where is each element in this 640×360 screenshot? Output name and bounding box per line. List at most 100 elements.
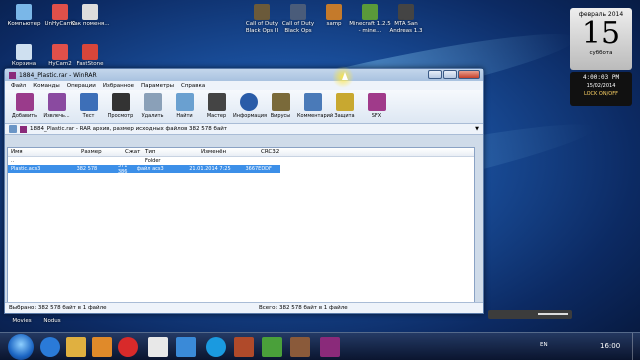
status-total: Всего: 382 578 байт в 1 файле bbox=[259, 305, 348, 311]
view-label: Просмотр bbox=[107, 113, 134, 119]
desktop-icon-mta[interactable]: MTA San Andreas 1.3 bbox=[384, 4, 428, 34]
taskbar-ie-icon[interactable] bbox=[40, 337, 60, 357]
comment-icon bbox=[303, 93, 322, 111]
taskbar-chat-icon[interactable] bbox=[176, 337, 196, 357]
window-controls bbox=[428, 70, 480, 79]
desktop-icon-label: FastStone bbox=[76, 61, 104, 67]
taskbar-yandex-icon[interactable] bbox=[148, 337, 168, 357]
virus-scan-button[interactable]: Вирусы bbox=[265, 93, 296, 123]
up-folder-icon[interactable] bbox=[9, 125, 17, 133]
mta-icon bbox=[398, 4, 414, 20]
shield-icon bbox=[335, 93, 354, 111]
desktop-icon-label: Call of Duty Black Ops II bbox=[245, 21, 279, 34]
wizard-label: Мастер bbox=[206, 113, 227, 119]
show-desktop-button[interactable] bbox=[632, 333, 640, 360]
window-titlebar[interactable]: 1884_Plastic.rar - WinRAR bbox=[5, 69, 483, 81]
chevron-down-icon[interactable]: ▼ bbox=[475, 126, 479, 132]
snake-icon bbox=[271, 93, 290, 111]
taskbar-game-icon[interactable] bbox=[234, 337, 254, 357]
books-add-icon bbox=[15, 93, 34, 111]
taskbar-app2-icon[interactable] bbox=[290, 337, 310, 357]
path-bar: 1884_Plastic.rar - RAR архив, размер исх… bbox=[5, 124, 483, 135]
archive-path: 1884_Plastic.rar - RAR архив, размер исх… bbox=[30, 126, 228, 132]
mouse-cursor-icon bbox=[342, 72, 348, 80]
clock-time: 4:00:03 PM bbox=[582, 74, 620, 81]
document-icon bbox=[82, 4, 98, 20]
tray-clock[interactable]: 16:00 bbox=[600, 342, 620, 350]
column-modified[interactable]: Изменён bbox=[198, 149, 258, 155]
file-list[interactable]: Имя Размер Сжат Тип Изменён CRC32 .. Fol… bbox=[7, 147, 475, 303]
extract-button[interactable]: Извлечь... bbox=[41, 93, 72, 123]
magnifier-icon bbox=[175, 93, 194, 111]
cell-crc: 3667EDDF bbox=[245, 166, 272, 172]
taskbar-app-icon[interactable] bbox=[262, 337, 282, 357]
game-icon bbox=[254, 4, 270, 20]
table-row-selected[interactable]: Plastic.acs3 382 578 371 386 файл acs3 2… bbox=[8, 163, 280, 175]
menu-help[interactable]: Справка bbox=[181, 83, 205, 89]
info-icon bbox=[239, 93, 258, 111]
desktop-icon-label: Как поменя... bbox=[70, 21, 110, 27]
close-button[interactable] bbox=[458, 70, 480, 79]
desktop-icon-faststone[interactable]: FastStone bbox=[68, 44, 112, 68]
column-packed[interactable]: Сжат bbox=[122, 149, 142, 155]
taskbar-winrar-icon[interactable] bbox=[320, 337, 340, 357]
media-mini-player[interactable] bbox=[488, 310, 572, 319]
sfx-icon bbox=[367, 93, 386, 111]
taskbar: EN 16:00 bbox=[0, 332, 640, 360]
taskbar-explorer-icon[interactable] bbox=[66, 337, 86, 357]
info-button[interactable]: Информация bbox=[233, 93, 268, 123]
comment-label: Комментарий bbox=[297, 113, 334, 119]
cell-size: 382 578 bbox=[76, 166, 98, 172]
view-button[interactable]: Просмотр bbox=[105, 93, 136, 123]
recycle-bin-icon bbox=[16, 44, 32, 60]
protect-button[interactable]: Защита bbox=[329, 93, 360, 123]
calendar-gadget[interactable]: февраль 2014 15 суббота bbox=[570, 8, 632, 70]
language-indicator[interactable]: EN bbox=[540, 342, 548, 348]
wizard-button[interactable]: Мастер bbox=[201, 93, 232, 123]
desktop-icon-kak[interactable]: Как поменя... bbox=[68, 4, 112, 28]
comment-button[interactable]: Комментарий bbox=[297, 93, 333, 123]
desktop-icon-nodus[interactable]: Nodus bbox=[30, 318, 74, 325]
find-label: Найти bbox=[176, 113, 193, 119]
game-icon bbox=[290, 4, 306, 20]
info-label: Информация bbox=[233, 113, 268, 119]
menu-commands[interactable]: Команды bbox=[33, 83, 60, 89]
toolbar: Добавить Извлечь... Тест Просмотр Удалит… bbox=[5, 90, 483, 124]
delete-label: Удалить bbox=[141, 113, 164, 119]
minimize-button[interactable] bbox=[428, 70, 442, 79]
faststone-icon bbox=[82, 44, 98, 60]
sfx-button[interactable]: SFX bbox=[361, 93, 392, 123]
cell-type: файл acs3 bbox=[136, 166, 164, 172]
column-name[interactable]: Имя bbox=[8, 149, 78, 155]
taskbar-opera-icon[interactable] bbox=[118, 337, 138, 357]
volume-slider[interactable] bbox=[538, 313, 568, 315]
menu-operations[interactable]: Операции bbox=[67, 83, 96, 89]
column-type[interactable]: Тип bbox=[142, 149, 198, 155]
menu-favorites[interactable]: Избранное bbox=[103, 83, 134, 89]
wizard-hat-icon bbox=[207, 93, 226, 111]
taskbar-media-icon[interactable] bbox=[92, 337, 112, 357]
lock-toggle[interactable]: LOCK ON/OFF bbox=[570, 91, 632, 97]
column-size[interactable]: Размер bbox=[78, 149, 122, 155]
taskbar-skype-icon[interactable] bbox=[206, 337, 226, 357]
test-button[interactable]: Тест bbox=[73, 93, 104, 123]
clock-date: 15/02/2014 bbox=[586, 83, 616, 89]
status-selected: Выбрано: 382 578 байт в 1 файле bbox=[9, 305, 107, 311]
computer-icon bbox=[16, 4, 32, 20]
cell-packed: 371 386 bbox=[117, 163, 128, 175]
maximize-button[interactable] bbox=[443, 70, 457, 79]
add-label: Добавить bbox=[11, 113, 38, 119]
menu-options[interactable]: Параметры bbox=[141, 83, 174, 89]
delete-button[interactable]: Удалить bbox=[137, 93, 168, 123]
sfx-label: SFX bbox=[371, 113, 382, 119]
find-button[interactable]: Найти bbox=[169, 93, 200, 123]
start-button[interactable] bbox=[8, 334, 34, 360]
table-row[interactable]: .. Folder bbox=[8, 157, 474, 165]
calendar-day: 15 bbox=[581, 16, 621, 51]
menu-file[interactable]: Файл bbox=[11, 83, 26, 89]
clock-gadget[interactable]: 4:00:03 PM 15/02/2014 LOCK ON/OFF bbox=[570, 72, 632, 106]
column-crc[interactable]: CRC32 bbox=[258, 149, 298, 155]
add-button[interactable]: Добавить bbox=[9, 93, 40, 123]
test-label: Тест bbox=[82, 113, 95, 119]
protect-label: Защита bbox=[334, 113, 355, 119]
